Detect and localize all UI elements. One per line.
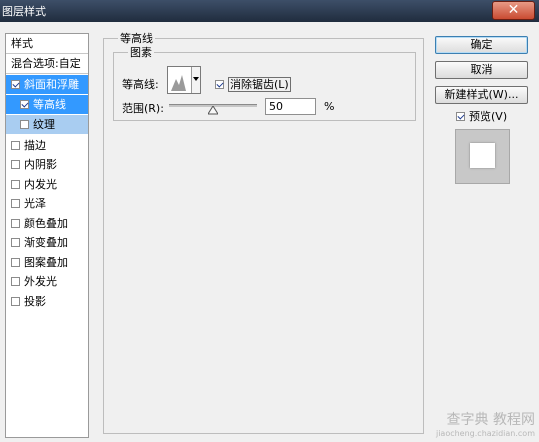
- chevron-down-icon: [193, 77, 199, 81]
- sidebar-item-texture[interactable]: 纹理: [6, 115, 88, 134]
- sidebar-item-inner-glow[interactable]: 内发光: [6, 175, 88, 194]
- contour-preview-icon: [171, 75, 186, 91]
- sidebar-item-label: 光泽: [24, 197, 46, 210]
- contour-picker[interactable]: [167, 66, 201, 94]
- sidebar-item-label: 图案叠加: [24, 256, 68, 269]
- close-button[interactable]: ✕: [492, 1, 535, 20]
- sidebar-item-inner-shadow[interactable]: 内阴影: [6, 155, 88, 174]
- gradient-overlay-checkbox[interactable]: [11, 237, 20, 247]
- ok-button[interactable]: 确定: [435, 36, 528, 54]
- stroke-checkbox[interactable]: [11, 140, 20, 150]
- antialias-option[interactable]: 消除锯齿(L): [215, 76, 291, 92]
- pattern-overlay-checkbox[interactable]: [11, 257, 20, 267]
- styles-sidebar: 样式 混合选项:自定 斜面和浮雕 等高线 纹理 描边 内阴影 内发光 光泽 颜色…: [5, 33, 89, 438]
- sidebar-item-color-overlay[interactable]: 颜色叠加: [6, 214, 88, 233]
- contour-panel: 等高线 图素 等高线: 消除锯齿(L) 范围(R): 50 %: [103, 30, 424, 434]
- watermark: 查字典 教程网 jiaocheng.chazidian.com: [436, 409, 535, 438]
- range-slider-thumb[interactable]: [208, 106, 218, 115]
- group-title: 图素: [128, 44, 154, 60]
- watermark-line1: 查字典 教程网: [446, 412, 535, 428]
- sidebar-item-label: 等高线: [33, 98, 66, 111]
- antialias-label: 消除锯齿(L): [228, 77, 291, 92]
- inner-glow-checkbox[interactable]: [11, 179, 20, 189]
- sidebar-item-label: 渐变叠加: [24, 236, 68, 249]
- elements-group: 图素 等高线: 消除锯齿(L) 范围(R): 50 %: [113, 44, 416, 121]
- range-unit: %: [324, 100, 335, 113]
- bevel-emboss-checkbox[interactable]: [11, 79, 20, 89]
- sidebar-item-stroke[interactable]: 描边: [6, 136, 88, 155]
- window-title: 图层样式: [2, 5, 46, 18]
- sidebar-item-contour[interactable]: 等高线: [6, 95, 88, 114]
- antialias-checkbox[interactable]: [215, 79, 224, 89]
- sidebar-item-drop-shadow[interactable]: 投影: [6, 292, 88, 311]
- sidebar-header: 样式: [6, 34, 88, 54]
- sidebar-item-satin[interactable]: 光泽: [6, 194, 88, 213]
- contour-checkbox[interactable]: [20, 99, 29, 109]
- texture-checkbox[interactable]: [20, 119, 29, 129]
- cancel-button[interactable]: 取消: [435, 61, 528, 79]
- style-preview-swatch: [455, 129, 510, 184]
- sidebar-item-label: 描边: [24, 139, 46, 152]
- sidebar-item-label: 内发光: [24, 178, 57, 191]
- close-icon: ✕: [507, 2, 520, 18]
- preview-sample: [470, 143, 495, 168]
- sidebar-item-label: 投影: [24, 295, 46, 308]
- sidebar-item-gradient-overlay[interactable]: 渐变叠加: [6, 233, 88, 252]
- preview-label: 预览(V): [469, 110, 508, 123]
- preview-checkbox[interactable]: [456, 111, 465, 121]
- outer-glow-checkbox[interactable]: [11, 276, 20, 286]
- sidebar-item-label: 外发光: [24, 275, 57, 288]
- inner-shadow-checkbox[interactable]: [11, 159, 20, 169]
- preview-option[interactable]: 预览(V): [456, 108, 507, 124]
- title-bar: 图层样式 ✕: [0, 0, 539, 22]
- sidebar-item-label: 内阴影: [24, 158, 57, 171]
- range-label: 范围(R):: [122, 102, 164, 115]
- sidebar-item-label: 纹理: [33, 118, 55, 131]
- range-input[interactable]: 50: [265, 98, 316, 115]
- sidebar-item-blend-options[interactable]: 混合选项:自定: [6, 54, 88, 74]
- sidebar-item-bevel-emboss[interactable]: 斜面和浮雕: [6, 75, 88, 94]
- contour-dropdown[interactable]: [191, 67, 200, 93]
- contour-label: 等高线:: [122, 78, 159, 91]
- new-style-button[interactable]: 新建样式(W)...: [435, 86, 528, 104]
- sidebar-item-outer-glow[interactable]: 外发光: [6, 272, 88, 291]
- sidebar-item-pattern-overlay[interactable]: 图案叠加: [6, 253, 88, 272]
- color-overlay-checkbox[interactable]: [11, 218, 20, 228]
- satin-checkbox[interactable]: [11, 198, 20, 208]
- sidebar-item-label: 斜面和浮雕: [24, 78, 79, 91]
- sidebar-item-label: 颜色叠加: [24, 217, 68, 230]
- watermark-line2: jiaocheng.chazidian.com: [435, 429, 535, 438]
- drop-shadow-checkbox[interactable]: [11, 296, 20, 306]
